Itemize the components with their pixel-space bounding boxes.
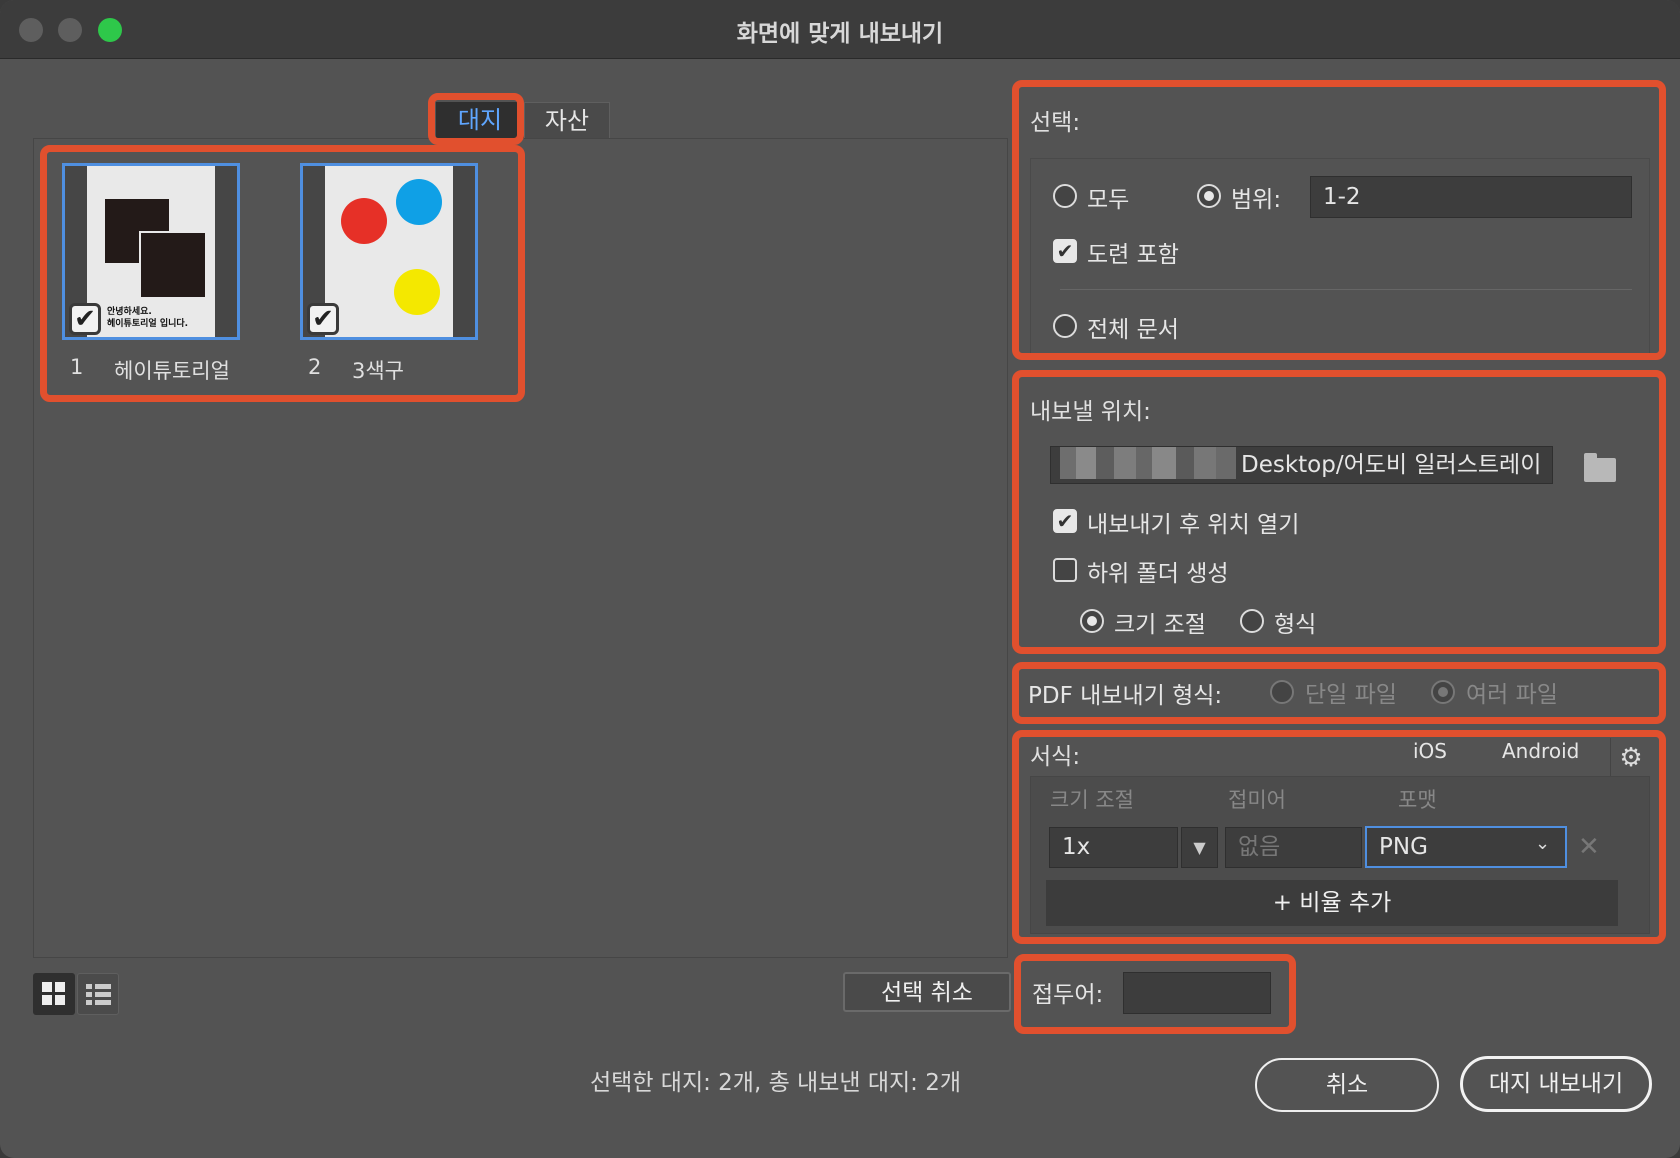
highlight-box (1014, 954, 1296, 1034)
highlight-box (428, 93, 524, 145)
export-summary-text: 선택한 대지: 2개, 총 내보낸 대지: 2개 (590, 1070, 962, 1096)
window-title: 화면에 맞게 내보내기 (736, 21, 944, 47)
highlight-box (1012, 662, 1666, 724)
tab-assets[interactable]: 자산 (524, 102, 610, 138)
highlight-box (1012, 370, 1666, 654)
cancel-button[interactable]: 취소 (1255, 1058, 1439, 1112)
deselect-button[interactable]: 선택 취소 (843, 972, 1011, 1012)
export-for-screens-dialog: 화면에 맞게 내보내기 대지 자산 안녕하세요. 헤이튜토리얼 입니다. ✔ 1… (0, 0, 1680, 1158)
highlight-box (1012, 730, 1666, 944)
grid-view-button[interactable] (33, 973, 75, 1015)
list-view-button[interactable] (77, 973, 119, 1015)
export-artboards-button[interactable]: 대지 내보내기 (1460, 1056, 1652, 1112)
highlight-box (40, 145, 525, 402)
highlight-box (1012, 80, 1666, 360)
title-bar: 화면에 맞게 내보내기 (0, 0, 1680, 59)
